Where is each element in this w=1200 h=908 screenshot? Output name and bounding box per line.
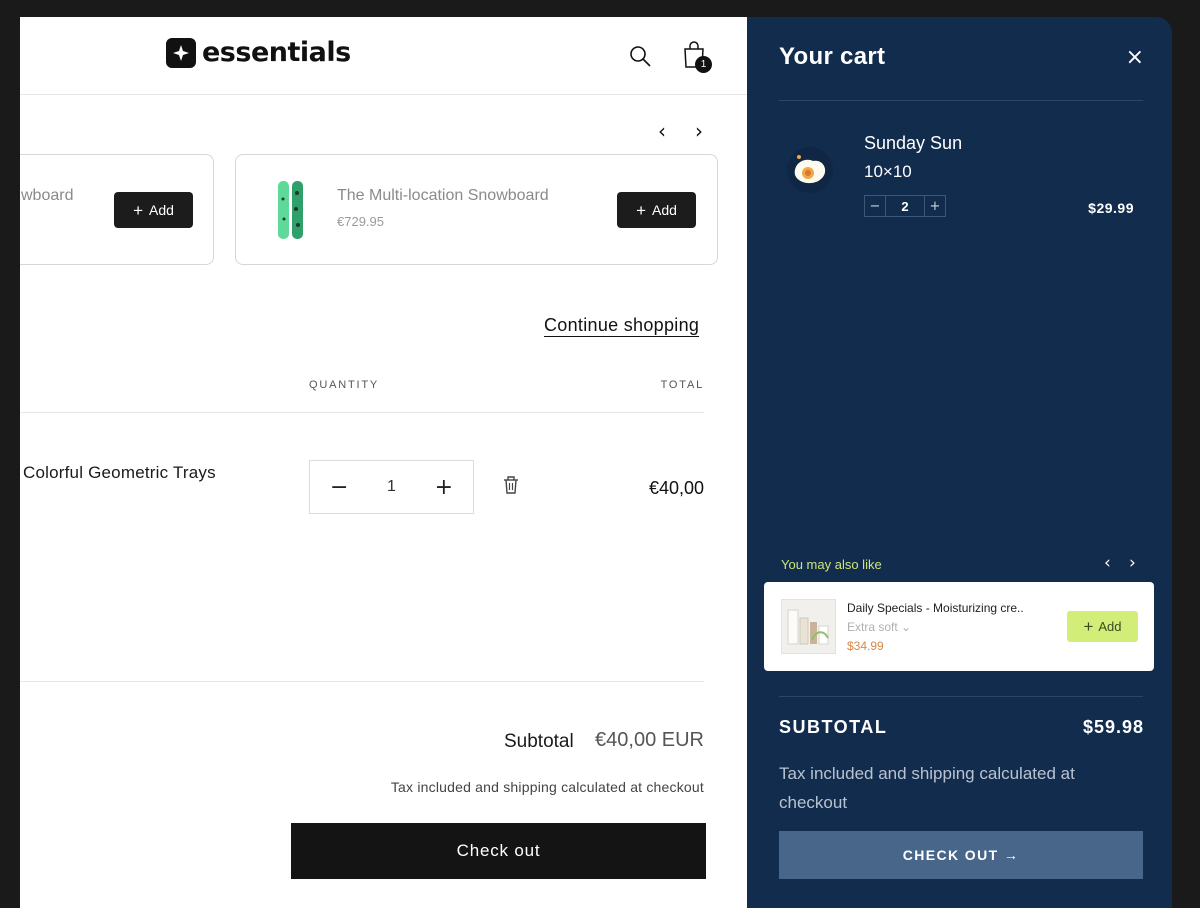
quantity-stepper: − 1 + xyxy=(309,460,474,514)
plus-icon: + xyxy=(1083,617,1094,636)
drawer-subtotal-label: SUBTOTAL xyxy=(779,717,888,737)
quantity-decrease-button[interactable]: − xyxy=(330,475,348,500)
drawer-subtotal-value: $59.98 xyxy=(1082,717,1144,737)
chevron-down-icon: ⌄ xyxy=(901,620,912,634)
carousel-next-button[interactable]: › xyxy=(689,119,709,143)
store-logo[interactable]: essentials xyxy=(166,37,351,68)
drawer-header-divider xyxy=(779,100,1143,101)
cart-item-name[interactable]: Sunday Sun xyxy=(864,133,962,154)
upsell-variant-value: Extra soft xyxy=(847,620,898,634)
drawer-checkout-button[interactable]: CHECK OUT → xyxy=(779,831,1143,879)
drawer-title: Your cart xyxy=(779,43,886,70)
rec-card-title: The Multi-location Snowboard xyxy=(337,187,549,204)
summary-divider xyxy=(20,681,704,682)
minus-icon[interactable]: − xyxy=(865,196,885,216)
upsell-card: Daily Specials - Moisturizing cre.. Extr… xyxy=(764,582,1154,671)
line-item-name[interactable]: Colorful Geometric Trays xyxy=(23,463,216,483)
rec-add-button[interactable]: + Add xyxy=(617,192,696,228)
carousel-prev-button[interactable]: ‹ xyxy=(652,119,672,143)
upsell-next-button[interactable]: › xyxy=(1129,553,1136,573)
line-item-total: €40,00 xyxy=(648,478,704,498)
search-icon[interactable] xyxy=(626,42,654,70)
header-divider xyxy=(20,94,760,95)
rec-add-label: Add xyxy=(652,202,677,218)
cart-item-quantity[interactable]: 2 xyxy=(885,196,925,216)
plus-icon: + xyxy=(133,200,143,220)
table-divider xyxy=(20,412,704,413)
upsell-product-image xyxy=(781,599,836,654)
rec-card-title: wboard xyxy=(21,187,74,204)
cart-item-variant: 10×10 xyxy=(864,162,912,181)
trash-icon[interactable] xyxy=(502,475,522,497)
checkout-button[interactable]: Check out xyxy=(291,823,706,879)
cart-item-price: $29.99 xyxy=(1088,200,1134,216)
store-page: essentials 1 ‹ › wboard + Add The Multi-… xyxy=(20,17,760,908)
app-window: essentials 1 ‹ › wboard + Add The Multi-… xyxy=(0,0,1200,908)
quantity-increase-button[interactable]: + xyxy=(435,475,453,500)
recommendation-card[interactable]: The Multi-location Snowboard €729.95 + A… xyxy=(235,154,718,265)
subtotal-label: Subtotal xyxy=(504,731,574,752)
drawer-tax-note: Tax included and shipping calculated at … xyxy=(779,764,1075,812)
cart-button[interactable]: 1 xyxy=(679,38,712,73)
logo-mark-icon xyxy=(166,37,196,68)
continue-shopping-link[interactable]: Continue shopping xyxy=(544,314,700,337)
subtotal-value: €40,00 EUR xyxy=(595,729,704,751)
plus-icon[interactable]: + xyxy=(925,196,945,216)
upsell-product-name[interactable]: Daily Specials - Moisturizing cre.. xyxy=(847,601,1024,615)
recommendation-card[interactable]: wboard + Add xyxy=(20,154,214,265)
cart-item-image xyxy=(785,145,835,195)
cart-item-quantity-stepper: − 2 + xyxy=(864,195,946,217)
cart-drawer: Your cart × Sunday Sun 10×10 − 2 + $29.9… xyxy=(747,17,1172,908)
rec-add-label: Add xyxy=(149,202,174,218)
close-icon[interactable]: × xyxy=(1126,45,1144,70)
upsell-prev-button[interactable]: ‹ xyxy=(1104,553,1111,573)
plus-icon: + xyxy=(636,200,646,220)
upsell-product-price: $34.99 xyxy=(847,639,884,653)
upsell-add-label: Add xyxy=(1098,619,1122,634)
upsell-heading: You may also like xyxy=(781,557,882,572)
rec-add-button[interactable]: + Add xyxy=(114,192,193,228)
cart-count-badge: 1 xyxy=(695,56,712,73)
quantity-value[interactable]: 1 xyxy=(387,478,396,496)
tax-note: Tax included and shipping calculated at … xyxy=(390,779,704,795)
rec-card-price: €729.95 xyxy=(337,214,384,229)
upsell-add-button[interactable]: + Add xyxy=(1067,611,1138,642)
drawer-summary-divider xyxy=(779,696,1143,697)
total-column-header: TOTAL xyxy=(660,379,704,391)
quantity-column-header: QUANTITY xyxy=(309,379,380,391)
upsell-variant-select[interactable]: Extra soft ⌄ xyxy=(847,620,911,634)
snowboard-image xyxy=(278,181,303,239)
logo-text: essentials xyxy=(202,37,351,68)
